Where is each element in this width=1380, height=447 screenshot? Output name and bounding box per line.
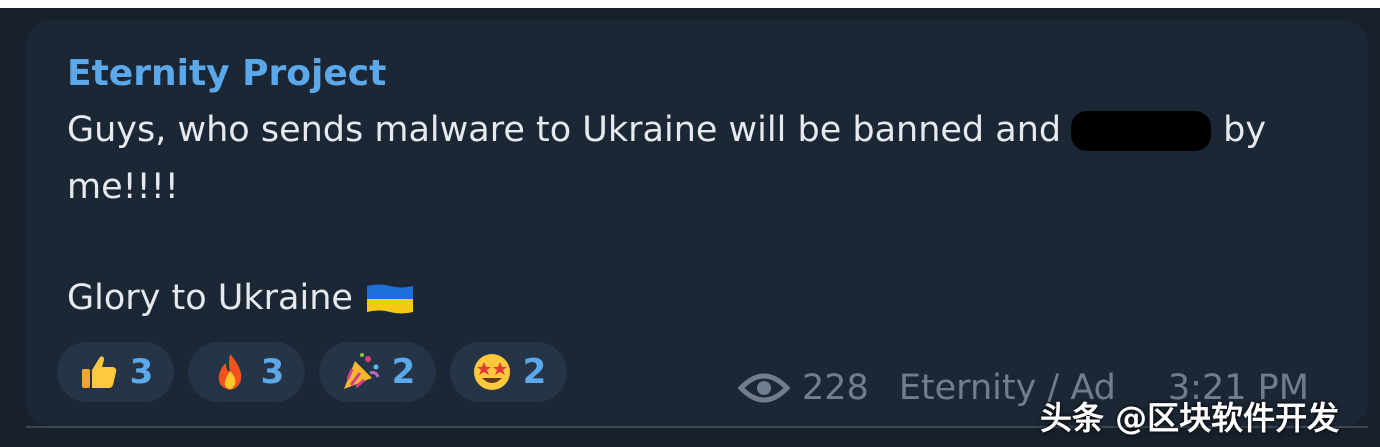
reaction-fire[interactable]: 3 — [188, 342, 305, 402]
reaction-count: 3 — [129, 352, 154, 392]
message-line-1: Guys, who sends malware to Ukraine will … — [67, 108, 1266, 152]
watermark-text: 头条 @区块软件开发 — [1040, 399, 1340, 437]
top-edge — [0, 0, 1380, 8]
fire-icon — [218, 354, 241, 390]
star-struck-icon — [473, 354, 510, 390]
message-text-glory: Glory to Ukraine — [67, 278, 353, 318]
sender-name[interactable]: Eternity Project — [67, 52, 386, 96]
reaction-count: 3 — [260, 352, 285, 392]
message-text-before: Guys, who sends malware to Ukraine will … — [67, 110, 1062, 150]
party-popper-icon — [343, 353, 380, 389]
message-text-after: by — [1223, 110, 1267, 150]
reaction-thumbs-up[interactable]: 3 — [57, 342, 174, 402]
reaction-count: 2 — [522, 352, 547, 392]
message-line-3: Glory to Ukraine — [67, 276, 415, 320]
thumbs-up-icon — [81, 356, 116, 388]
reaction-star-struck[interactable]: 2 — [450, 342, 567, 402]
eye-icon — [738, 373, 790, 403]
reaction-count: 2 — [391, 352, 416, 392]
ukraine-flag-icon — [366, 284, 413, 314]
reaction-party[interactable]: 2 — [319, 342, 436, 402]
view-count: 228 — [802, 368, 869, 408]
redaction-mark — [1071, 111, 1212, 151]
reactions-bar: 3 3 2 2 — [57, 342, 567, 402]
message-line-2: me!!!! — [67, 167, 179, 207]
